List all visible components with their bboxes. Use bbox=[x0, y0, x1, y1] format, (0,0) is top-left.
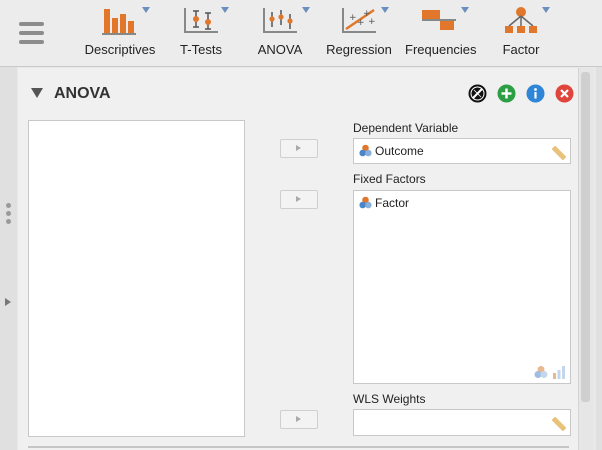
factor-button[interactable]: Factor bbox=[498, 6, 550, 62]
dependent-variable-value: Outcome bbox=[375, 144, 424, 158]
factor-label: Factor bbox=[502, 42, 540, 57]
wls-weights-label: WLS Weights bbox=[353, 392, 426, 406]
frequencies-icon bbox=[422, 10, 456, 30]
fixed-factors-label: Fixed Factors bbox=[353, 172, 426, 186]
ordinal-type-icon bbox=[553, 366, 565, 379]
nominal-type-icon bbox=[534, 366, 548, 378]
fixed-factors-box[interactable]: Factor bbox=[353, 190, 571, 384]
assign-factors-button[interactable] bbox=[280, 190, 318, 209]
wls-weights-box[interactable] bbox=[353, 409, 571, 436]
descriptives-button[interactable]: Descriptives bbox=[84, 6, 156, 62]
dependent-variable-box[interactable]: Outcome bbox=[353, 138, 571, 164]
ribbon-toolbar: Descriptives T-Tests ANOVA + + + + Regre… bbox=[0, 0, 602, 67]
anova-caret-icon bbox=[302, 7, 310, 13]
regression-label: Regression bbox=[326, 42, 392, 57]
t-tests-caret-icon bbox=[221, 7, 229, 13]
t-tests-button[interactable]: T-Tests bbox=[174, 6, 229, 62]
svg-text:+: + bbox=[357, 18, 365, 28]
anova-icon bbox=[263, 8, 297, 33]
left-splitter[interactable] bbox=[0, 67, 17, 450]
descriptives-icon bbox=[102, 9, 136, 35]
expand-left-icon[interactable] bbox=[5, 298, 11, 306]
info-button[interactable] bbox=[526, 84, 545, 103]
analysis-title: ANOVA bbox=[54, 85, 111, 102]
right-splitter[interactable] bbox=[596, 67, 602, 450]
collapse-triangle-icon[interactable] bbox=[31, 88, 43, 98]
t-tests-icon bbox=[184, 8, 218, 33]
descriptives-caret-icon bbox=[142, 7, 150, 13]
anova-label: ANOVA bbox=[257, 42, 303, 57]
descriptives-label: Descriptives bbox=[84, 42, 156, 57]
ruler-icon bbox=[552, 146, 566, 160]
info-icon bbox=[526, 84, 545, 103]
available-variables-list[interactable] bbox=[28, 120, 245, 437]
close-icon bbox=[555, 84, 574, 103]
factor-caret-icon bbox=[542, 7, 550, 13]
t-tests-label: T-Tests bbox=[180, 42, 222, 57]
close-analysis-button[interactable] bbox=[555, 84, 574, 103]
list-item[interactable]: Outcome bbox=[359, 144, 424, 158]
duplicate-analysis-button[interactable] bbox=[497, 84, 516, 103]
factor-icon bbox=[505, 7, 537, 33]
svg-text:+: + bbox=[349, 13, 357, 23]
scrollbar-thumb[interactable] bbox=[581, 72, 590, 402]
vertical-scrollbar[interactable] bbox=[578, 68, 593, 450]
regression-button[interactable]: + + + + Regression bbox=[326, 6, 392, 62]
frequencies-label: Frequencies bbox=[405, 42, 477, 57]
assign-wls-button[interactable] bbox=[280, 410, 318, 429]
edit-title-button[interactable] bbox=[468, 84, 487, 103]
ruler-icon bbox=[552, 417, 566, 431]
regression-caret-icon bbox=[381, 7, 389, 13]
menu-icon[interactable] bbox=[19, 22, 44, 44]
frequencies-caret-icon bbox=[461, 7, 469, 13]
nominal-variable-icon bbox=[359, 196, 372, 209]
svg-text:+: + bbox=[368, 17, 376, 27]
dependent-variable-label: Dependent Variable bbox=[353, 121, 459, 135]
assign-dependent-button[interactable] bbox=[280, 139, 318, 158]
add-icon bbox=[497, 84, 516, 103]
list-item[interactable]: Factor bbox=[359, 196, 409, 210]
frequencies-button[interactable]: Frequencies bbox=[405, 6, 477, 62]
edit-icon bbox=[468, 84, 487, 103]
nominal-variable-icon bbox=[359, 144, 372, 157]
regression-icon: + + + + bbox=[342, 8, 376, 33]
anova-button[interactable]: ANOVA bbox=[254, 6, 310, 62]
drag-handle-icon[interactable] bbox=[6, 203, 11, 227]
fixed-factor-item: Factor bbox=[375, 196, 410, 210]
divider bbox=[28, 446, 569, 448]
